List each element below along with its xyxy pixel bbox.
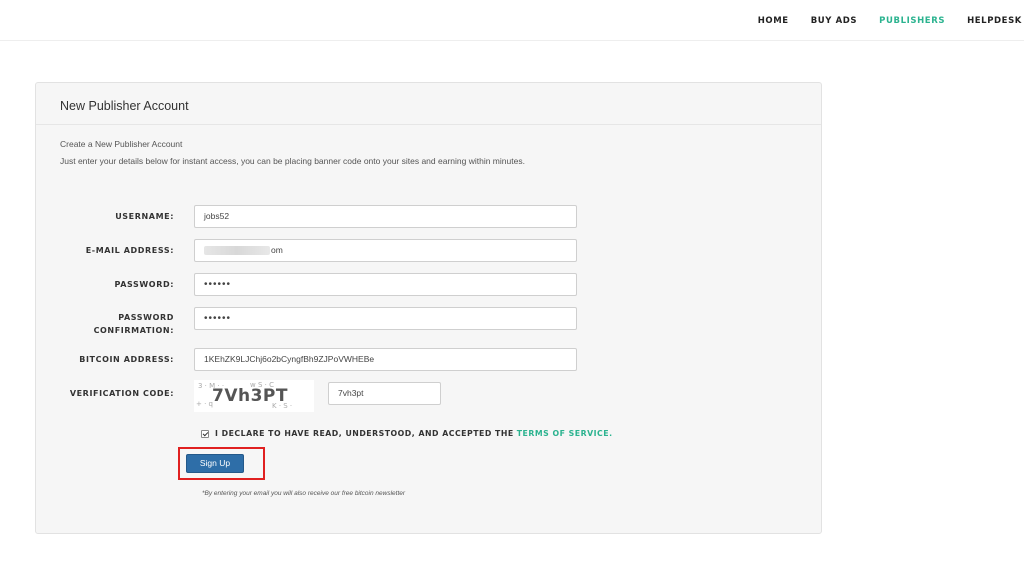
sign-up-button[interactable]: Sign Up	[186, 454, 244, 473]
terms-of-service-link[interactable]: TERMS OF SERVICE	[517, 429, 609, 438]
email-redaction	[204, 246, 270, 256]
username-input[interactable]: jobs52	[194, 205, 577, 228]
newsletter-note: *By entering your email you will also re…	[202, 490, 406, 497]
email-label: E-MAIL ADDRESS:	[85, 246, 174, 255]
top-navigation: HOME BUY ADS PUBLISHERS HELPDESK	[0, 0, 1024, 41]
panel-divider	[36, 124, 821, 125]
nav-home[interactable]: HOME	[758, 16, 789, 26]
captcha-code: 7Vh3PT	[212, 386, 288, 406]
nav-links: HOME BUY ADS PUBLISHERS HELPDESK	[736, 0, 1024, 41]
publisher-account-panel: New Publisher Account Create a New Publi…	[35, 82, 822, 534]
captcha-image: 3 · M · · w S · C + · q K · S · 7Vh3PT	[194, 380, 314, 412]
terms-declaration-text: I DECLARE TO HAVE READ, UNDERSTOOD, AND …	[215, 429, 514, 438]
password-input[interactable]: ••••••	[194, 273, 577, 296]
intro-heading: Create a New Publisher Account	[60, 139, 183, 149]
nav-publishers[interactable]: PUBLISHERS	[879, 16, 945, 26]
terms-declaration: I DECLARE TO HAVE READ, UNDERSTOOD, AND …	[201, 429, 613, 438]
nav-buy-ads[interactable]: BUY ADS	[811, 16, 857, 26]
terms-declaration-period: .	[609, 429, 613, 438]
panel-title: New Publisher Account	[60, 99, 189, 113]
password-confirmation-input[interactable]: ••••••	[194, 307, 577, 330]
email-input[interactable]: om	[194, 239, 577, 262]
password-label: PASSWORD:	[114, 280, 174, 289]
password-confirmation-label: PASSWORD CONFIRMATION:	[36, 311, 174, 337]
nav-helpdesk[interactable]: HELPDESK	[967, 16, 1022, 26]
bitcoin-address-label: BITCOIN ADDRESS:	[79, 355, 174, 364]
password-confirmation-label-line2: CONFIRMATION:	[93, 326, 174, 335]
terms-checkbox[interactable]	[201, 429, 209, 438]
verification-code-label: VERIFICATION CODE:	[69, 389, 174, 398]
password-confirmation-label-line1: PASSWORD	[118, 313, 174, 322]
email-value-suffix: om	[271, 245, 283, 255]
bitcoin-address-input[interactable]: 1KEhZK9LJChj6o2bCyngfBh9ZJPoVWHEBe	[194, 348, 577, 371]
intro-text: Just enter your details below for instan…	[60, 156, 525, 166]
verification-code-input[interactable]: 7vh3pt	[328, 382, 441, 405]
username-label: USERNAME:	[115, 212, 174, 221]
